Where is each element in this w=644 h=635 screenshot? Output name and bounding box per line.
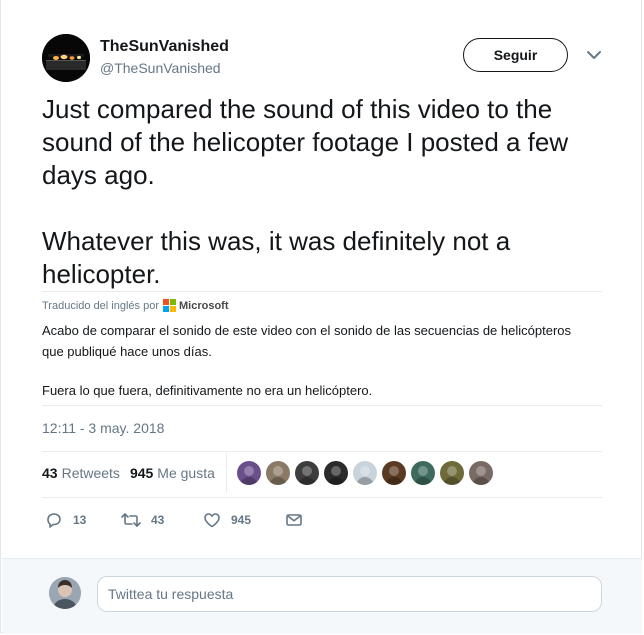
city-lights-night-avatar-icon xyxy=(42,34,90,82)
liker-avatar[interactable] xyxy=(324,461,348,485)
translation-text: Acabo de comparar el sonido de este vide… xyxy=(42,320,587,401)
retweet-count: 43 xyxy=(151,513,165,527)
message-action[interactable] xyxy=(285,511,303,529)
liker-avatar[interactable] xyxy=(295,461,319,485)
logo-square xyxy=(163,306,169,312)
like-count: 945 xyxy=(231,513,252,527)
stats-separator xyxy=(226,453,227,493)
translation-paragraph: Acabo de comparar el sonido de este vide… xyxy=(42,323,572,359)
author-handle[interactable]: @TheSunVanished xyxy=(100,60,221,76)
logo-square xyxy=(163,299,169,305)
divider xyxy=(42,451,602,452)
retweets-label[interactable]: Retweets xyxy=(62,465,120,481)
translation-provider[interactable]: Microsoft xyxy=(179,300,229,312)
liker-avatars xyxy=(237,461,498,485)
translation-label: Traducido del inglés por xyxy=(42,299,159,312)
tweet-paragraph: Whatever this was, it was definitely not… xyxy=(42,226,511,289)
likes-count[interactable]: 945 xyxy=(130,465,153,481)
retweet-icon[interactable] xyxy=(121,511,141,529)
tweet-text: Just compared the sound of this video to… xyxy=(42,93,612,291)
tweet-actions: 13 43 945 xyxy=(45,511,303,529)
liker-avatar[interactable] xyxy=(382,461,406,485)
liker-avatar[interactable] xyxy=(353,461,377,485)
logo-square xyxy=(170,299,176,305)
user-avatar[interactable] xyxy=(49,577,81,609)
reply-count: 13 xyxy=(73,513,87,527)
chevron-down-icon[interactable] xyxy=(585,48,603,62)
liker-avatar[interactable] xyxy=(411,461,435,485)
logo-square xyxy=(170,306,176,312)
liker-avatar[interactable] xyxy=(266,461,290,485)
tweet-stats: 43 Retweets 945 Me gusta xyxy=(42,465,215,481)
tweet-card: TheSunVanished @TheSunVanished Seguir Ju… xyxy=(0,0,642,634)
divider xyxy=(42,497,602,498)
author-avatar[interactable] xyxy=(42,34,90,82)
microsoft-logo-icon xyxy=(163,299,176,312)
liker-avatar[interactable] xyxy=(440,461,464,485)
reply-input[interactable] xyxy=(97,576,602,612)
likes-label[interactable]: Me gusta xyxy=(157,465,215,481)
translation-paragraph: Fuera lo que fuera, definitivamente no e… xyxy=(42,383,373,398)
retweets-count[interactable]: 43 xyxy=(42,465,58,481)
divider xyxy=(42,405,602,406)
liker-avatar[interactable] xyxy=(237,461,261,485)
translation-attribution: Traducido del inglés por Microsoft xyxy=(42,299,229,312)
reply-action[interactable]: 13 xyxy=(45,511,121,529)
person-avatar-icon xyxy=(49,577,81,609)
reply-icon[interactable] xyxy=(45,511,63,529)
envelope-icon[interactable] xyxy=(285,511,303,529)
author-name[interactable]: TheSunVanished xyxy=(100,38,229,56)
like-action[interactable]: 945 xyxy=(203,511,285,529)
tweet-paragraph: Just compared the sound of this video to… xyxy=(42,94,569,190)
follow-button[interactable]: Seguir xyxy=(463,38,568,72)
heart-icon[interactable] xyxy=(203,511,221,529)
divider xyxy=(42,291,602,292)
retweet-action[interactable]: 43 xyxy=(121,511,203,529)
tweet-timestamp[interactable]: 12:11 - 3 may. 2018 xyxy=(42,420,164,436)
liker-avatar[interactable] xyxy=(469,461,493,485)
